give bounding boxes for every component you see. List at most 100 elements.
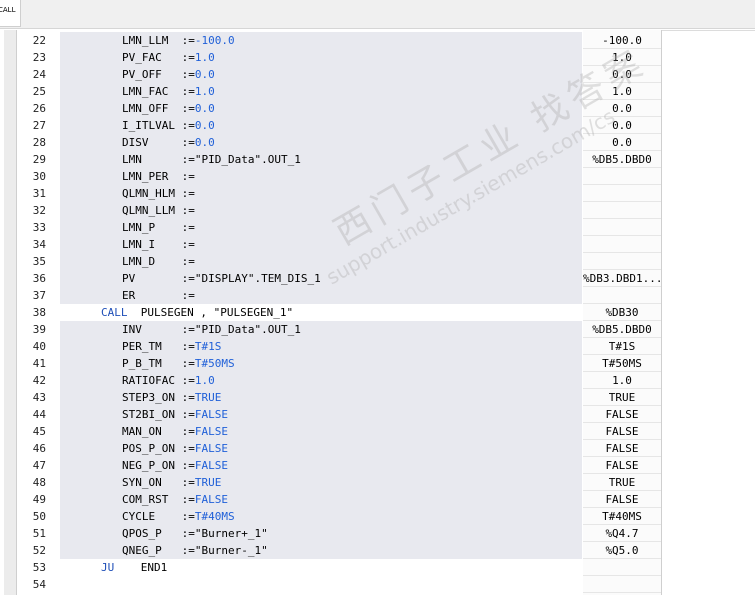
parameter-name: LMN_PER <box>122 170 169 183</box>
code-line[interactable]: 50 CYCLE :=T#40MS T#40MS <box>0 508 755 525</box>
code-line[interactable]: 27 I_ITLVAL :=0.0 0.0 <box>0 117 755 134</box>
parameter-name: POS_P_ON <box>122 442 175 455</box>
monitor-value <box>583 185 661 202</box>
code-line[interactable]: 39 INV :="PID_Data".OUT_1 %DB5.DBD0 <box>0 321 755 338</box>
assign-operator: := <box>181 255 195 268</box>
monitor-value <box>583 576 661 593</box>
monitor-value: %DB5.DBD0 <box>583 321 661 338</box>
line-number: 49 <box>32 493 46 506</box>
toolbar: CALL <box>0 0 755 29</box>
code-line[interactable]: 36 PV :="DISPLAY".TEM_DIS_1 %DB3.DBD1... <box>0 270 755 287</box>
literal-value: T#50MS <box>194 357 235 370</box>
keyword: JU <box>101 561 115 574</box>
monitor-value: 1.0 <box>583 83 661 100</box>
parameter-name: STEP3_ON <box>122 391 175 404</box>
literal-value: 1.0 <box>194 85 215 98</box>
code-line[interactable]: 23 PV_FAC :=1.0 1.0 <box>0 49 755 66</box>
code-line[interactable]: 25 LMN_FAC :=1.0 1.0 <box>0 83 755 100</box>
statement: JU END1 <box>101 559 167 576</box>
parameter-assignment: P_B_TM :=T#50MS <box>122 355 235 372</box>
parameter-name: QLMN_HLM <box>122 187 175 200</box>
parameter-name: LMN_D <box>122 255 156 268</box>
parameter-name: NEG_P_ON <box>122 459 175 472</box>
code-line[interactable]: 44 ST2BI_ON :=FALSE FALSE <box>0 406 755 423</box>
line-number: 41 <box>32 357 46 370</box>
code-line[interactable]: 53 JU END1 <box>0 559 755 576</box>
assign-operator: := <box>181 136 195 149</box>
line-number: 38 <box>32 306 46 319</box>
parameter-assignment: RATIOFAC :=1.0 <box>122 372 215 389</box>
monitor-value: 0.0 <box>583 100 661 117</box>
line-number: 35 <box>32 255 46 268</box>
code-line[interactable]: 54 <box>0 576 755 593</box>
code-line[interactable]: 45 MAN_ON :=FALSE FALSE <box>0 423 755 440</box>
code-line[interactable]: 29 LMN :="PID_Data".OUT_1 %DB5.DBD0 <box>0 151 755 168</box>
parameter-name: P_B_TM <box>122 357 162 370</box>
code-line[interactable]: 52 QNEG_P :="Burner-_1" %Q5.0 <box>0 542 755 559</box>
statement: CALL PULSEGEN , "PULSEGEN_1" <box>101 304 293 321</box>
literal-value: 0.0 <box>194 119 215 132</box>
line-number: 34 <box>32 238 46 251</box>
line-number: 47 <box>32 459 46 472</box>
call-button[interactable]: CALL <box>0 0 21 27</box>
parameter-assignment: QLMN_HLM := <box>122 185 195 202</box>
statement-args: END1 <box>140 561 168 574</box>
assign-operator: := <box>181 510 195 523</box>
assign-operator: := <box>181 68 195 81</box>
parameter-name: RATIOFAC <box>122 374 175 387</box>
line-number: 39 <box>32 323 46 336</box>
code-line[interactable]: 22 LMN_LLM :=-100.0 -100.0 <box>0 32 755 49</box>
parameter-assignment: QPOS_P :="Burner+_1" <box>122 525 268 542</box>
code-line[interactable]: 35 LMN_D := <box>0 253 755 270</box>
line-number: 36 <box>32 272 46 285</box>
parameter-assignment: ST2BI_ON :=FALSE <box>122 406 228 423</box>
parameter-name: ER <box>122 289 136 302</box>
parameter-assignment: QLMN_LLM := <box>122 202 195 219</box>
assign-operator: := <box>181 527 195 540</box>
monitor-value: 1.0 <box>583 372 661 389</box>
monitor-value: 0.0 <box>583 66 661 83</box>
parameter-name: SYN_ON <box>122 476 162 489</box>
code-line[interactable]: 34 LMN_I := <box>0 236 755 253</box>
assign-operator: := <box>181 323 195 336</box>
parameter-name: PV_FAC <box>122 51 162 64</box>
line-number: 42 <box>32 374 46 387</box>
parameter-assignment: DISV :=0.0 <box>122 134 215 151</box>
code-line[interactable]: 30 LMN_PER := <box>0 168 755 185</box>
monitor-value: FALSE <box>583 423 661 440</box>
code-line[interactable]: 51 QPOS_P :="Burner+_1" %Q4.7 <box>0 525 755 542</box>
parameter-assignment: PV_OFF :=0.0 <box>122 66 215 83</box>
parameter-assignment: LMN_PER := <box>122 168 195 185</box>
parameter-name: PER_TM <box>122 340 162 353</box>
code-line[interactable]: 28 DISV :=0.0 0.0 <box>0 134 755 151</box>
code-line[interactable]: 40 PER_TM :=T#1S T#1S <box>0 338 755 355</box>
keyword: CALL <box>101 306 128 319</box>
code-line[interactable]: 24 PV_OFF :=0.0 0.0 <box>0 66 755 83</box>
parameter-name: I_ITLVAL <box>122 119 175 132</box>
line-number: 25 <box>32 85 46 98</box>
code-line[interactable]: 41 P_B_TM :=T#50MS T#50MS <box>0 355 755 372</box>
code-line[interactable]: 26 LMN_OFF :=0.0 0.0 <box>0 100 755 117</box>
assign-operator: := <box>181 34 195 47</box>
parameter-assignment: POS_P_ON :=FALSE <box>122 440 228 457</box>
monitor-value: %DB5.DBD0 <box>583 151 661 168</box>
parameter-name: LMN_P <box>122 221 156 234</box>
code-line[interactable]: 47 NEG_P_ON :=FALSE FALSE <box>0 457 755 474</box>
literal-value: FALSE <box>194 493 228 506</box>
code-line[interactable]: 38 CALL PULSEGEN , "PULSEGEN_1" %DB30 <box>0 304 755 321</box>
monitor-value: TRUE <box>583 474 661 491</box>
code-line[interactable]: 31 QLMN_HLM := <box>0 185 755 202</box>
code-line[interactable]: 43 STEP3_ON :=TRUE TRUE <box>0 389 755 406</box>
code-line[interactable]: 33 LMN_P := <box>0 219 755 236</box>
code-line[interactable]: 37 ER := <box>0 287 755 304</box>
literal-value: 1.0 <box>194 374 215 387</box>
assign-operator: := <box>181 357 195 370</box>
code-line[interactable]: 42 RATIOFAC :=1.0 1.0 <box>0 372 755 389</box>
code-line[interactable]: 46 POS_P_ON :=FALSE FALSE <box>0 440 755 457</box>
code-line[interactable]: 32 QLMN_LLM := <box>0 202 755 219</box>
parameter-assignment: PV_FAC :=1.0 <box>122 49 215 66</box>
code-line[interactable]: 49 COM_RST :=FALSE FALSE <box>0 491 755 508</box>
monitor-value <box>583 253 661 270</box>
code-line[interactable]: 48 SYN_ON :=TRUE TRUE <box>0 474 755 491</box>
assign-operator: := <box>181 153 195 166</box>
